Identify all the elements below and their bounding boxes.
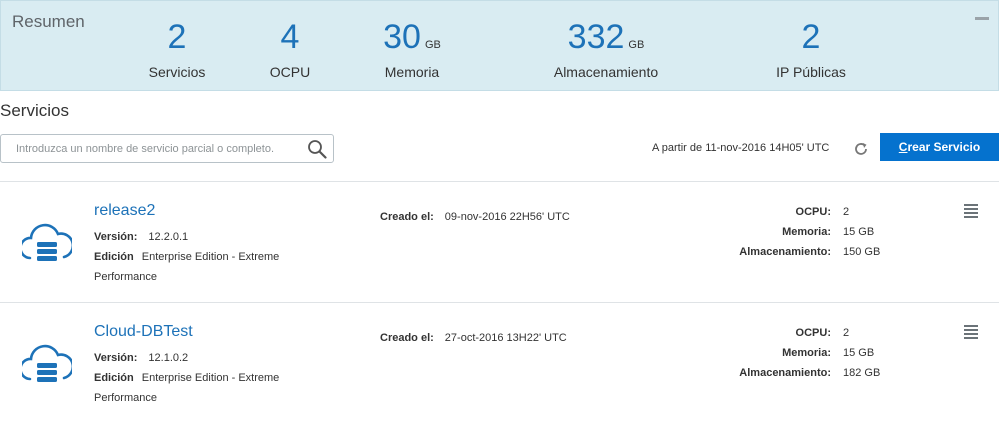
ocpu-value: 2 (843, 206, 850, 218)
metric-value: 30 (383, 18, 421, 56)
ocpu-label: OCPU: (795, 327, 831, 339)
storage-value: 182 GB (843, 367, 881, 379)
version-value: 12.2.0.1 (148, 231, 189, 243)
last-updated-timestamp: A partir de 11-nov-2016 14H05' UTC (652, 142, 830, 154)
divider (0, 302, 999, 303)
service-version: Versión: 12.1.0.2 (94, 352, 188, 364)
version-value: 12.1.0.2 (148, 352, 189, 364)
created-label: Creado el: (380, 332, 434, 344)
create-service-button-label: rear Servicio (907, 140, 981, 154)
edition-value: Enterprise Edition - Extreme (141, 251, 280, 263)
storage-label: Almacenamiento: (739, 246, 831, 258)
hamburger-menu-icon[interactable] (964, 325, 978, 339)
metric-value: 2 (167, 18, 187, 56)
created-value: 27-oct-2016 13H22' UTC (444, 332, 567, 344)
metric-label: Servicios (148, 64, 206, 80)
service-name-link[interactable]: release2 (94, 202, 155, 220)
storage-value: 150 GB (843, 246, 881, 258)
created-value: 09-nov-2016 22H56' UTC (444, 211, 570, 223)
summary-panel: Resumen 2 Servicios 4 OCPU 30 GB Memoria … (0, 0, 999, 91)
storage-label: Almacenamiento: (739, 367, 831, 379)
hamburger-menu-icon[interactable] (964, 204, 978, 218)
create-service-button[interactable]: Crear Servicio (880, 133, 999, 161)
cloud-database-icon (22, 344, 72, 382)
metric-storage: 332 GB Almacenamiento (554, 17, 658, 80)
metric-public-ips: 2 IP Públicas (776, 17, 846, 80)
metric-services: 2 Servicios (149, 17, 206, 80)
edition-value-continued: Performance (94, 392, 157, 404)
version-label: Versión: (94, 352, 138, 364)
ocpu-label: OCPU: (795, 206, 831, 218)
metric-value: 2 (801, 18, 821, 56)
divider (0, 181, 999, 182)
refresh-icon[interactable] (853, 141, 869, 157)
ocpu-value: 2 (843, 327, 850, 339)
metric-ocpu: 4 OCPU (263, 17, 317, 80)
created-label: Creado el: (380, 211, 434, 223)
edition-label: Edición (94, 251, 134, 263)
cloud-database-icon (22, 223, 72, 261)
search-input[interactable] (16, 135, 316, 162)
service-edition: Edición Enterprise Edition - Extreme (94, 372, 279, 384)
version-label: Versión: (94, 231, 138, 243)
service-version: Versión: 12.2.0.1 (94, 231, 188, 243)
collapse-icon[interactable] (975, 17, 989, 20)
service-name-link[interactable]: Cloud-DBTest (94, 323, 193, 341)
metric-unit: GB (628, 39, 645, 51)
metric-label: OCPU (269, 64, 311, 80)
metric-memory: 30 GB Memoria (379, 17, 445, 80)
search-icon[interactable] (307, 139, 327, 159)
metric-unit: GB (424, 39, 441, 51)
search-box (0, 134, 334, 163)
service-created: Creado el: 09-nov-2016 22H56' UTC (380, 211, 570, 223)
service-edition: Edición Enterprise Edition - Extreme (94, 251, 279, 263)
metric-value: 332 (567, 18, 625, 56)
edition-value-continued: Performance (94, 271, 157, 283)
metric-label: IP Públicas (776, 64, 846, 80)
services-title: Servicios (0, 101, 69, 120)
service-row-cloud-dbtest: Cloud-DBTest Versión: 12.1.0.2 Edición Ent… (0, 307, 999, 424)
memory-label: Memoria: (782, 347, 831, 359)
summary-title: Resumen (12, 12, 85, 31)
metric-label: Almacenamiento (553, 64, 659, 80)
metric-value: 4 (280, 18, 300, 56)
memory-value: 15 GB (843, 226, 875, 238)
metric-label: Memoria (384, 64, 440, 80)
edition-label: Edición (94, 372, 134, 384)
memory-label: Memoria: (782, 226, 831, 238)
service-created: Creado el: 27-oct-2016 13H22' UTC (380, 332, 567, 344)
edition-value: Enterprise Edition - Extreme (141, 372, 280, 384)
memory-value: 15 GB (843, 347, 875, 359)
service-row-release2: release2 Versión: 12.2.0.1 Edición Enterpr… (0, 186, 999, 306)
